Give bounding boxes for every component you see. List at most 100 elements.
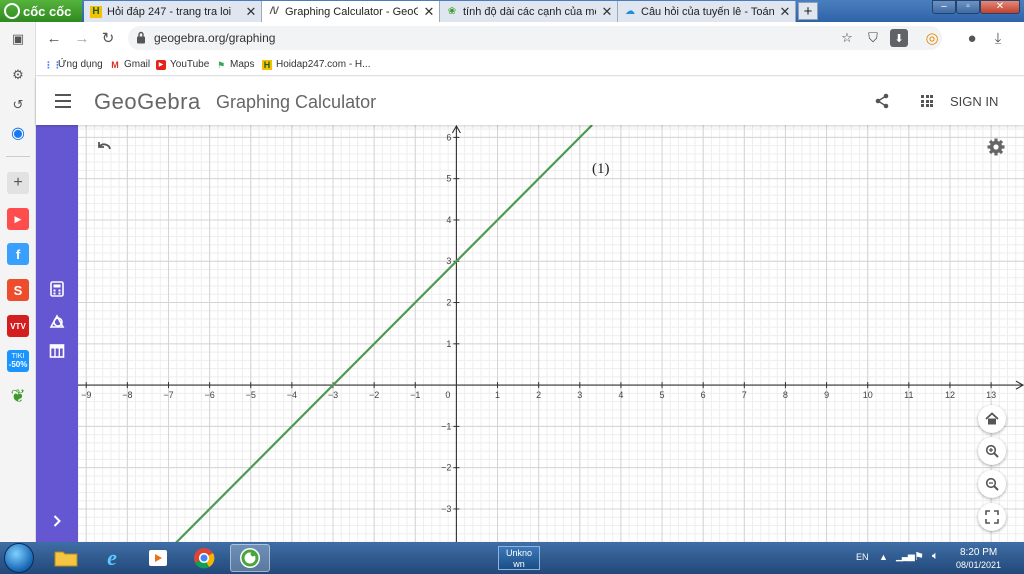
apps-grid-icon[interactable] [921,95,933,107]
new-tab-button[interactable]: + [798,2,818,20]
network-icon[interactable]: ▁▃▅ [896,551,915,562]
settings-gear-icon[interactable] [986,137,1006,157]
x-tick-label: 3 [577,390,582,400]
chevron-right-icon[interactable] [49,513,65,529]
volume-icon[interactable]: 🔈︎ [932,550,939,563]
browser-sidebar: ▣ ⚙ ↺ ◉ + ▶ f S VTV TIKI -50% ❦ [0,22,36,542]
x-tick-label: −4 [287,390,297,400]
youtube-icon[interactable]: ▶ [7,208,29,230]
x-tick-label: 4 [618,390,623,400]
extension-icon[interactable]: ◎ [922,28,942,48]
close-window-button[interactable]: ✕ [980,0,1020,14]
bookmark-gmail[interactable]: M Gmail [110,59,150,70]
geogebra-logo[interactable]: GeoGebra [94,89,201,115]
coordinate-plane[interactable]: −9 −8 −7 −6 −5 −4 −3 −2 −1 1 2 3 4 5 6 7 8 9 10 11 12 13−3−2−… [78,125,1024,542]
x-tick-label: −2 [369,390,379,400]
unknown-task-button[interactable]: Unkno wn [498,546,540,570]
internet-explorer-icon[interactable]: e [92,544,132,572]
bookmark-apps[interactable]: ⋮⋮ Ứng dụng [44,59,103,70]
close-tab-icon[interactable]: ✕ [245,4,257,20]
forward-arrow-icon[interactable]: → [72,28,92,48]
coccoc-leaf-icon[interactable]: ❦ [7,385,29,407]
close-tab-icon[interactable]: ✕ [601,4,613,20]
file-explorer-icon[interactable] [46,544,86,572]
home-button[interactable] [978,405,1006,433]
tab-label: Câu hỏi của tuyến lê - Toán lớ [641,5,774,18]
add-icon[interactable]: + [7,172,29,194]
start-button[interactable] [4,543,34,573]
messenger-icon[interactable]: ◉ [7,122,29,144]
tab-search[interactable]: ❀ tính độ dài các cạnh của một ✕ [440,1,618,22]
undo-icon[interactable] [96,139,112,153]
vtv-icon[interactable]: VTV [7,315,29,337]
settings-gear-icon[interactable]: ⚙ [7,64,29,86]
y-tick-label: 5 [446,174,451,184]
clock-time[interactable]: 8:20 PM [960,547,997,558]
x-tick-label: −1 [410,390,420,400]
hoidap-icon: H [90,5,102,18]
tray-expand-icon[interactable]: ▲ [879,552,888,562]
close-tab-icon[interactable]: ✕ [423,4,435,20]
bookmark-label: Hoidap247.com - H... [276,59,371,70]
tab-hoidap[interactable]: H Hỏi đáp 247 - trang tra loi ✕ [84,1,262,22]
coccoc-browser-icon[interactable] [230,544,270,572]
x-tick-label: 6 [701,390,706,400]
fullscreen-icon [985,510,999,524]
bookmark-youtube[interactable]: ▶ YouTube [156,59,209,70]
bookmark-maps[interactable]: ⚑ Maps [216,59,255,70]
back-arrow-icon[interactable]: ← [44,28,64,48]
calculator-icon[interactable] [49,281,65,297]
graphics-view[interactable]: −9 −8 −7 −6 −5 −4 −3 −2 −1 1 2 3 4 5 6 7 8 9 10 11 12 13 −3 −2−… [78,125,1024,542]
minimize-button[interactable]: ‒ [932,0,956,14]
media-player-icon[interactable] [138,544,178,572]
series-line [175,125,593,542]
shield-icon[interactable]: ⛉ [864,29,882,47]
shopee-icon[interactable]: S [7,279,29,301]
facebook-icon[interactable]: f [7,243,29,265]
tiki-icon[interactable]: TIKI -50% [7,350,29,372]
system-tray: EN ▲ ▁▃▅ ⚑ 🔈︎ 8:20 PM 08/01/2021 [852,542,1024,574]
x-tick-label: 11 [904,390,913,400]
action-center-flag-icon[interactable]: ⚑ [914,550,924,563]
table-icon[interactable] [49,343,65,359]
share-icon[interactable] [874,93,890,109]
language-indicator[interactable]: EN [856,552,869,562]
address-bar[interactable]: geogebra.org/graphing ☆ ⛉ ⬇ [128,26,942,50]
bookmark-star-icon[interactable]: ☆ [838,29,856,47]
download-video-icon[interactable]: ⬇ [890,29,908,47]
zoom-in-button[interactable] [978,437,1006,465]
gmail-icon: M [111,59,119,70]
reload-icon[interactable]: ↻ [98,28,118,48]
x-tick-label: 5 [660,390,665,400]
axes [78,125,1024,542]
download-icon[interactable]: ⤓ [988,28,1008,48]
x-tick-label: −9 [81,390,91,400]
maximize-button[interactable]: ▫ [956,0,980,14]
bookmark-label: Ứng dụng [58,59,103,70]
y-tick-label: 1 [446,339,451,349]
y-tick-label: −3 [441,504,451,514]
coccoc-brand[interactable]: cốc cốc [0,0,82,22]
browser-tab-strip: cốc cốc H Hỏi đáp 247 - trang tra loi ✕ … [0,0,1024,22]
history-icon[interactable]: ↺ [7,94,29,116]
tab-label: Graphing Calculator - GeoGe [285,5,418,18]
y-tick-label: 2 [446,298,451,308]
close-tab-icon[interactable]: ✕ [779,4,791,20]
hamburger-menu-icon[interactable] [55,94,71,108]
zoom-out-button[interactable] [978,470,1006,498]
x-tick-label: 8 [783,390,788,400]
fullscreen-button[interactable] [978,503,1006,531]
profile-icon[interactable]: ● [962,28,982,48]
sidebar-toggle-icon[interactable]: ▣ [7,28,29,50]
clock-date[interactable]: 08/01/2021 [956,560,1001,570]
plotted-lines [175,125,593,542]
bookmark-hoidap[interactable]: H Hoidap247.com - H... [262,59,371,70]
x-tick-label: −8 [122,390,132,400]
sign-in-button[interactable]: SIGN IN [950,94,998,109]
chrome-icon[interactable] [184,544,224,572]
tab-geogebra[interactable]: /\/ Graphing Calculator - GeoGe ✕ [262,1,440,22]
maps-icon: ⚑ [216,59,226,70]
line-label: (1) [592,161,610,177]
tab-cauhoi[interactable]: ☁ Câu hỏi của tuyến lê - Toán lớ ✕ [618,1,796,22]
tools-icon[interactable] [49,313,65,329]
